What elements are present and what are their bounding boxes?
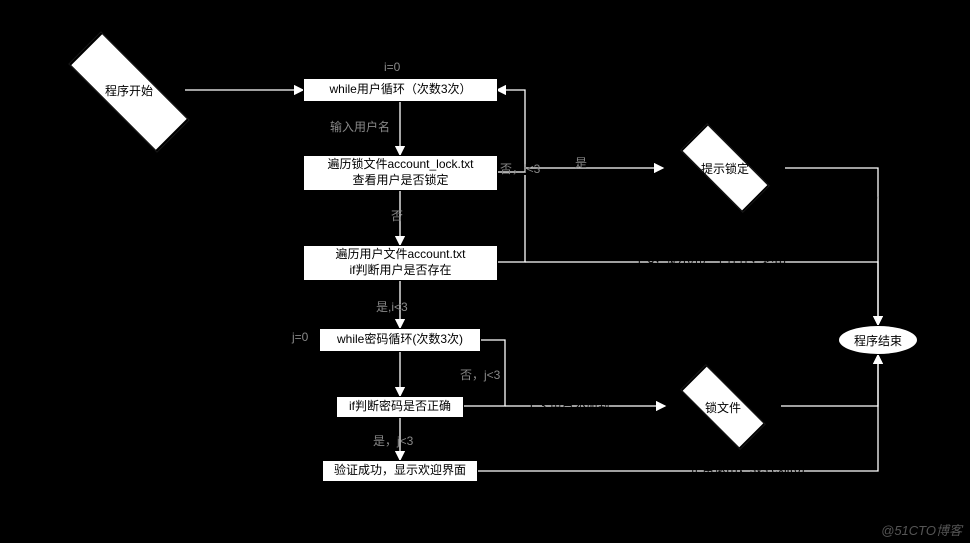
- user-loop-node: while用户循环（次数3次）: [303, 78, 498, 102]
- lock-file-node: [681, 365, 766, 450]
- edge-label-i3-lock: i=3,用户添加到: [530, 397, 610, 414]
- check-pwd-node: if判断密码是否正确: [336, 396, 464, 418]
- edge-label-j0: j=0: [292, 330, 308, 344]
- edge-label-no-i3: 否，i<3: [500, 160, 540, 177]
- prompt-locked-node: [681, 124, 770, 213]
- welcome-node: 验证成功，显示欢迎界面: [322, 460, 478, 482]
- start-node: [69, 32, 189, 152]
- edge-label-err-exit: 异常退出,sys.exit(1): [827, 185, 933, 202]
- check-user-node: 遍历用户文件account.txt if判断用户是否存在: [303, 245, 498, 281]
- edge-label-no-j3: 否，j<3: [460, 366, 500, 383]
- edge-label-yes-j3: 是，j<3: [373, 432, 413, 449]
- edge-label-no: 否: [391, 207, 403, 224]
- edge-label-i3-noexist: i=3，提示用户不存在，退出: [638, 250, 786, 267]
- flowchart-canvas: 程序开始 while用户循环（次数3次） 遍历锁文件account_lock.t…: [0, 0, 970, 543]
- edge-label-i0: i=0: [384, 60, 400, 74]
- check-lock-node: 遍历锁文件account_lock.txt 查看用户是否锁定: [303, 155, 498, 191]
- edge-label-yes: 是: [575, 154, 587, 171]
- end-node: 程序结束: [838, 325, 918, 355]
- edge-label-input-user: 输入用户名: [330, 118, 390, 135]
- watermark: @51CTO博客: [881, 520, 962, 539]
- pwd-loop-node: while密码循环(次数3次): [319, 328, 481, 352]
- edge-label-yes-i3: 是,i<3: [376, 298, 408, 315]
- edge-label-ok-exit: 正常退出，sys.exit(0): [690, 460, 805, 477]
